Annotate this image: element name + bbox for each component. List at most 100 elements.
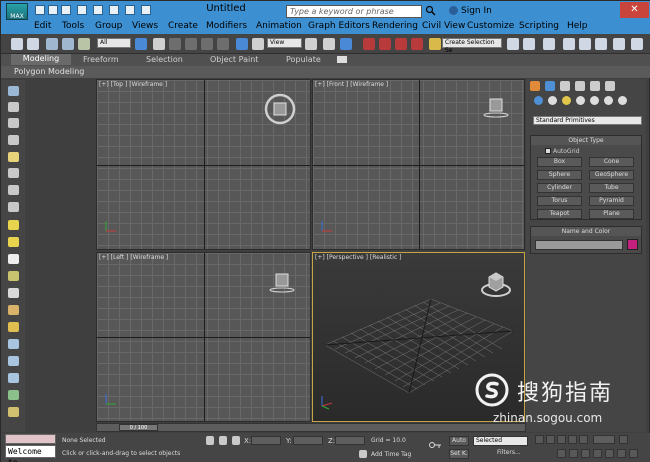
cameras-category-icon[interactable] xyxy=(576,96,585,105)
motion-tab-icon[interactable] xyxy=(575,81,585,91)
time-slider[interactable]: 0 / 100 xyxy=(119,424,158,431)
bone-filter-icon[interactable] xyxy=(8,254,19,264)
curve-editor-icon[interactable] xyxy=(579,38,591,50)
tab-object-paint[interactable]: Object Paint xyxy=(210,55,258,64)
menu-edit[interactable]: Edit xyxy=(34,21,51,31)
material-editor-icon[interactable] xyxy=(613,38,625,50)
systems-category-icon[interactable] xyxy=(618,96,627,105)
next-frame-icon[interactable] xyxy=(568,435,577,444)
spinner-snap-icon[interactable] xyxy=(411,38,423,50)
reference-coordinate-dropdown[interactable]: View xyxy=(267,38,302,48)
select-move-icon[interactable] xyxy=(201,38,213,50)
viewport-label[interactable]: [+] [Left ] [Wireframe ] xyxy=(99,254,168,261)
viewcube-icon[interactable] xyxy=(263,92,297,126)
edit-named-selection-icon[interactable] xyxy=(429,38,441,50)
open-file-icon[interactable] xyxy=(48,5,58,15)
display-none-icon[interactable] xyxy=(8,118,19,128)
key-filters-button[interactable]: Filters... xyxy=(497,449,521,456)
x-coordinate-input[interactable] xyxy=(251,436,281,445)
bind-space-warp-icon[interactable] xyxy=(78,38,90,50)
keyboard-shortcut-icon[interactable] xyxy=(340,38,352,50)
maximize-viewport-icon[interactable] xyxy=(629,449,638,458)
tab-selection[interactable]: Selection xyxy=(146,55,183,64)
geosphere-button[interactable]: GeoSphere xyxy=(589,170,634,180)
geometry-category-icon[interactable] xyxy=(534,96,543,105)
utilities-tab-icon[interactable] xyxy=(605,81,615,91)
sort-icon[interactable] xyxy=(8,356,19,366)
settings-icon[interactable] xyxy=(8,407,19,417)
auto-key-button[interactable]: Auto xyxy=(449,436,469,446)
snaps-toggle-icon[interactable] xyxy=(363,38,375,50)
key-icon[interactable] xyxy=(429,441,441,449)
particle-filter-icon[interactable] xyxy=(8,288,19,298)
pyramid-button[interactable]: Pyramid xyxy=(589,196,634,206)
viewport-label[interactable]: [+] [Top ] [Wireframe ] xyxy=(99,81,167,88)
save-file-icon[interactable] xyxy=(61,5,71,15)
menu-group[interactable]: Group xyxy=(95,21,122,31)
orbit-icon[interactable] xyxy=(617,449,626,458)
lock-selection-icon[interactable] xyxy=(206,436,214,445)
workspace-icon[interactable] xyxy=(125,5,135,15)
menu-animation[interactable]: Animation xyxy=(256,21,302,31)
time-configuration-icon[interactable] xyxy=(619,435,628,444)
search-input[interactable]: Type a keyword or phrase xyxy=(286,5,422,18)
viewcube-icon[interactable] xyxy=(267,271,297,295)
ribbon-options-icon[interactable] xyxy=(337,56,347,63)
viewport-front[interactable]: [+] [Front ] [Wireframe ] xyxy=(312,79,525,250)
search-icon[interactable] xyxy=(425,5,436,16)
maxscript-listener-output[interactable] xyxy=(5,434,56,444)
autogrid-checkbox[interactable] xyxy=(545,148,551,154)
app-logo-icon[interactable]: MAX xyxy=(6,3,28,20)
go-to-start-icon[interactable] xyxy=(535,435,544,444)
menu-modifiers[interactable]: Modifiers xyxy=(206,21,247,31)
name-color-title[interactable]: Name and Color xyxy=(531,227,641,236)
signin-button[interactable]: Sign In xyxy=(461,6,492,16)
menu-rendering[interactable]: Rendering xyxy=(372,21,418,31)
select-by-name-icon[interactable] xyxy=(153,38,165,50)
spacewarp-filter-icon[interactable] xyxy=(8,202,19,212)
viewcube-icon[interactable] xyxy=(479,269,513,299)
menu-civil-view[interactable]: Civil View xyxy=(422,21,465,31)
named-selection-dropdown[interactable]: Create Selection Se xyxy=(442,38,502,54)
angle-snap-icon[interactable] xyxy=(379,38,391,50)
layer-manager-icon[interactable] xyxy=(543,38,555,50)
scene-explorer-icon[interactable] xyxy=(8,86,19,96)
geometry-filter-icon[interactable] xyxy=(8,135,19,145)
y-coordinate-input[interactable] xyxy=(293,436,323,445)
tab-populate[interactable]: Populate xyxy=(286,55,321,64)
create-tab-icon[interactable] xyxy=(530,81,540,91)
tab-modeling[interactable]: Modeling xyxy=(11,54,71,65)
box-button[interactable]: Box xyxy=(537,157,582,167)
link-icon[interactable] xyxy=(46,38,58,50)
selection-filter-dropdown[interactable]: All xyxy=(97,38,131,48)
z-coordinate-input[interactable] xyxy=(335,436,365,445)
menu-tools[interactable]: Tools xyxy=(62,21,84,31)
shape-filter-icon[interactable] xyxy=(8,271,19,281)
window-crossing-icon[interactable] xyxy=(185,38,197,50)
frozen-filter-icon[interactable] xyxy=(8,322,19,332)
pan-view-icon[interactable] xyxy=(605,449,614,458)
select-scale-icon[interactable] xyxy=(236,38,248,50)
minimize-button[interactable] xyxy=(580,2,600,18)
placement-icon[interactable] xyxy=(252,38,264,50)
scene-explorer-icon[interactable] xyxy=(563,38,575,50)
menu-customize[interactable]: Customize xyxy=(467,21,514,31)
xref-filter-icon[interactable] xyxy=(8,237,19,247)
align-icon[interactable] xyxy=(523,38,535,50)
find-icon[interactable] xyxy=(8,373,19,383)
display-tab-icon[interactable] xyxy=(590,81,600,91)
add-time-tag-button[interactable]: Add Time Tag xyxy=(371,451,411,458)
project-folder-icon[interactable] xyxy=(109,5,119,15)
rectangular-selection-icon[interactable] xyxy=(169,38,181,50)
key-filter-dropdown[interactable]: Selected xyxy=(473,436,528,446)
helpers-category-icon[interactable] xyxy=(590,96,599,105)
object-name-input[interactable] xyxy=(535,240,623,250)
group-filter-icon[interactable] xyxy=(8,220,19,230)
maxscript-mini-listener[interactable]: Welcome to xyxy=(5,445,56,462)
cylinder-button[interactable]: Cylinder xyxy=(537,183,582,193)
render-setup-icon[interactable] xyxy=(631,38,643,50)
mirror-icon[interactable] xyxy=(507,38,519,50)
shapes-category-icon[interactable] xyxy=(548,96,557,105)
viewcube-icon[interactable] xyxy=(481,96,511,120)
redo-icon[interactable] xyxy=(27,38,39,50)
